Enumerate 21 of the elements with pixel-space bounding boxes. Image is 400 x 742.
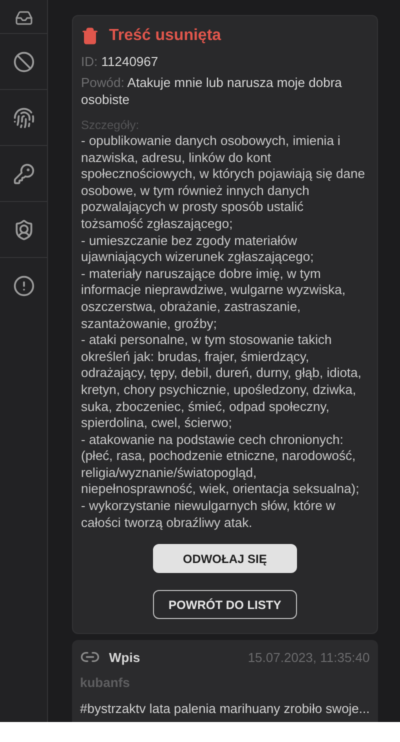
details-paragraph: - materiały naruszające dobre imię, w tym informacje nieprawdziwe, wulgarne wyzwiska, oszczerstwa, obrażanie, zastraszanie, szantażowanie, groźby;	[81, 266, 346, 332]
entry-excerpt: #bystrzaktv lata palenia marihuany zrobiło swoje...	[80, 700, 370, 718]
details-paragraph: - atakowanie na podstawie cech chronionych: (płeć, rasa, pochodzenie etniczne, narodowość, religia/wyznanie/światopogląd, niepełnosprawność, wiek, orientacja seksualna);	[81, 432, 360, 498]
key-icon[interactable]	[12, 162, 34, 184]
back-to-list-button[interactable]: POWRÓT DO LISTY	[152, 590, 297, 620]
ban-icon[interactable]	[12, 50, 34, 72]
details-paragraph: - umieszczanie bez zgody materiałów ujawniających wizerunek zgłaszającego;	[81, 232, 315, 266]
reason-line: Powód: Atakuje mnie lub narusza moje dobra osobiste	[81, 74, 343, 108]
fingerprint-icon[interactable]	[12, 106, 34, 128]
id-value: 11240967	[101, 54, 158, 69]
entry-date: 15.07.2023, 11:35:40	[248, 648, 370, 666]
entry-type: Wpis	[109, 648, 140, 667]
appeal-button[interactable]: ODWOŁAJ SIĘ	[152, 544, 297, 574]
inbox-icon[interactable]	[14, 9, 32, 27]
details-paragraph: - opublikowanie danych osobowych, imienia i nazwiska, adresu, linków do kont społecznościowych, w których pojawiają się dane osobowe, w tym również innych danych pozwalających w prosty sposób ustalić tożsamość zgłaszającego;	[81, 133, 366, 233]
id-label: ID:	[81, 54, 98, 69]
details-paragraph: - wykorzystanie niewulgarnych słów, które w całości tworzą obraźliwy atak.	[81, 498, 336, 532]
alert-icon[interactable]	[12, 275, 34, 297]
card-title: Treść usunięta	[109, 26, 222, 46]
trash-icon	[81, 26, 99, 46]
details-paragraph: - ataki personalne, w tym stosowanie takich określeń jak: brudas, frajer, śmierdzący, odrażający, tępy, debil, dureń, durny, głąb, idiota, kretyn, chory psychicznie, upośledzony, dziwka, suka, zboczeniec, śmieć, odpad społeczny, spierdolina, cwel, ścierwo;	[81, 332, 362, 432]
